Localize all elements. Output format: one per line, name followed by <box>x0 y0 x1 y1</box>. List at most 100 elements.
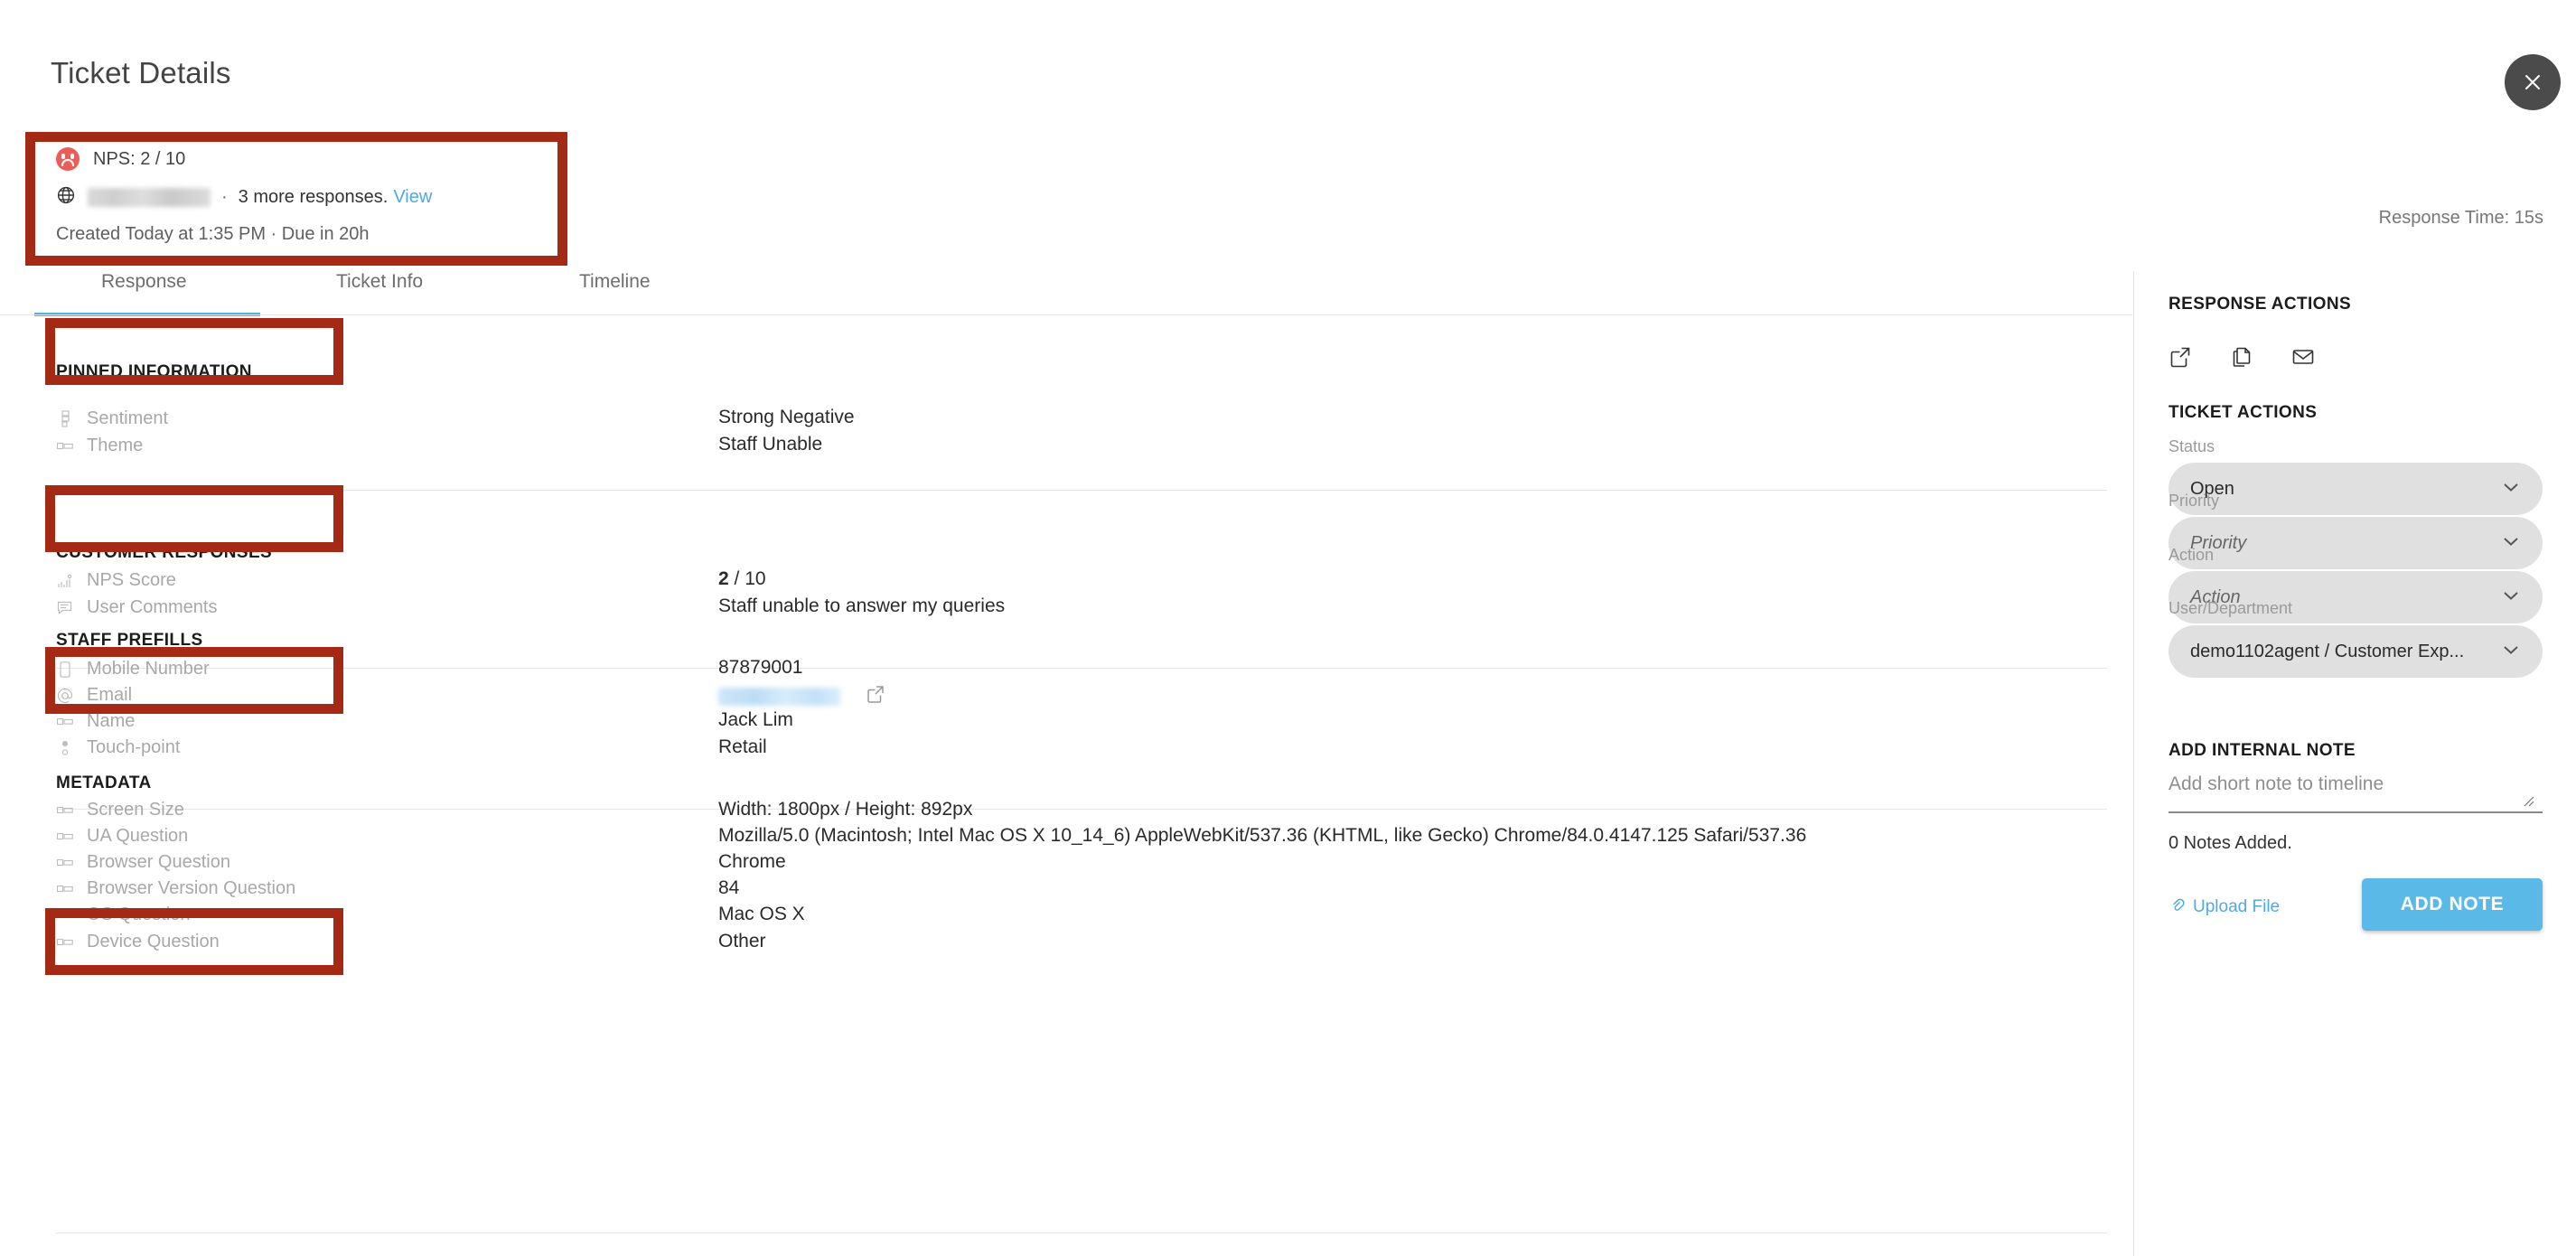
field-label-text: Touch-point <box>87 737 181 757</box>
globe-icon <box>56 185 76 210</box>
ranking-icon <box>56 409 74 428</box>
field-label-browser-question: Browser Question <box>56 852 230 873</box>
nps-summary-row: NPS: 2 / 10 <box>56 147 562 171</box>
external-link-icon[interactable] <box>2169 345 2192 373</box>
more-responses-text: 3 more responses. <box>238 187 389 207</box>
response-action-icons <box>2169 345 2315 373</box>
field-label-text: Screen Size <box>87 800 184 820</box>
nps-score-number: 2 <box>718 568 729 589</box>
section-heading-metadata: METADATA <box>56 773 152 792</box>
field-label-name: Name <box>56 711 135 732</box>
priority-select[interactable]: Priority <box>2169 517 2543 569</box>
section-divider <box>56 668 2107 669</box>
text-box-icon <box>56 858 74 868</box>
note-textarea[interactable]: Add short note to timeline <box>2169 773 2384 795</box>
field-value-theme: Staff Unable <box>718 434 823 455</box>
view-responses-link[interactable]: View <box>393 187 432 208</box>
field-label-touch-point: Touch-point <box>56 737 180 758</box>
field-label-nps-score: NPS Score <box>56 570 176 591</box>
user-department-select-value: demo1102agent / Customer Exp... <box>2190 641 2465 661</box>
upload-icon <box>2169 896 2193 918</box>
ticket-summary-card: NPS: 2 / 10 · 3 more responses. View Cre… <box>56 147 562 245</box>
upload-file-button[interactable]: Upload File <box>2169 896 2280 918</box>
copy-icon[interactable] <box>2230 345 2253 373</box>
close-icon <box>2519 69 2546 96</box>
mail-icon[interactable] <box>2291 345 2315 373</box>
tab-bar: Response Ticket Info Timeline <box>0 271 2132 316</box>
field-value-nps-score: 2 / 10 <box>718 568 766 590</box>
section-heading-pinned-information: PINNED INFORMATION <box>56 362 252 381</box>
section-heading-staff-prefills: STAFF PREFILLS <box>56 631 203 650</box>
nps-score-total: / 10 <box>728 568 766 589</box>
text-box-icon <box>56 937 74 948</box>
field-label-theme: Theme <box>56 436 143 456</box>
field-value-device-question: Other <box>718 931 766 951</box>
field-label-mobile-number: Mobile Number <box>56 659 210 680</box>
field-label-text: Sentiment <box>87 408 169 428</box>
upload-file-label: Upload File <box>2193 897 2281 916</box>
sad-face-icon <box>56 147 80 171</box>
status-label: Status <box>2169 437 2215 455</box>
chevron-down-icon <box>2503 643 2519 660</box>
right-actions-panel: RESPONSE ACTIONS TICKET ACTIONS Status O… <box>2133 271 2576 1256</box>
section-divider <box>56 490 2107 491</box>
response-time-label: Response Time: 15s <box>2378 208 2543 228</box>
response-tab-panel: PINNED INFORMATION Sentiment Strong Nega… <box>0 315 2132 1256</box>
at-icon <box>56 688 74 704</box>
field-label-screen-size: Screen Size <box>56 800 184 820</box>
text-box-icon <box>56 717 74 727</box>
text-box-icon <box>56 805 74 816</box>
field-label-text: Browser Question <box>87 852 230 872</box>
field-value-name: Jack Lim <box>718 709 793 730</box>
field-label-device-question: Device Question <box>56 932 220 952</box>
field-label-text: OS Question <box>87 905 191 924</box>
field-value-touch-point: Retail <box>718 736 767 757</box>
text-box-icon <box>56 884 74 895</box>
field-label-email: Email <box>56 685 132 706</box>
field-label-os-question: OS Question <box>56 905 191 925</box>
field-label-sentiment: Sentiment <box>56 408 168 429</box>
field-label-text: Email <box>87 685 133 705</box>
summary-separator: · <box>221 187 228 207</box>
resize-grip-icon[interactable] <box>2521 793 2535 812</box>
note-underline <box>2169 811 2543 813</box>
field-value-browser-question: Chrome <box>718 851 786 872</box>
tab-ticket-info[interactable]: Ticket Info <box>336 271 423 293</box>
response-actions-heading: RESPONSE ACTIONS <box>2169 295 2352 314</box>
field-value-mobile-number: 87879001 <box>718 657 803 678</box>
user-department-label: User/Department <box>2169 599 2293 617</box>
field-label-text: Mobile Number <box>87 659 210 679</box>
user-department-select[interactable]: demo1102agent / Customer Exp... <box>2169 625 2543 678</box>
field-value-browser-version-question: 84 <box>718 877 740 898</box>
ticket-actions-heading: TICKET ACTIONS <box>2169 403 2318 422</box>
field-label-text: Theme <box>87 436 144 455</box>
field-label-user-comments: User Comments <box>56 597 217 618</box>
field-value-os-question: Mac OS X <box>718 904 805 924</box>
email-redacted-value <box>718 688 840 706</box>
field-label-text: Browser Version Question <box>87 878 296 898</box>
chevron-down-icon <box>2503 589 2519 605</box>
status-select[interactable]: Open <box>2169 463 2543 515</box>
text-box-icon <box>56 831 74 842</box>
field-value-ua-question: Mozilla/5.0 (Macintosh; Intel Mac OS X 1… <box>718 825 1807 846</box>
field-value-screen-size: Width: 1800px / Height: 892px <box>718 799 973 820</box>
field-label-text: NPS Score <box>87 570 176 590</box>
add-note-button[interactable]: ADD NOTE <box>2362 878 2543 931</box>
page-title: Ticket Details <box>51 56 231 89</box>
origin-redacted-value <box>88 188 211 207</box>
field-label-text: UA Question <box>87 826 189 846</box>
field-value-user-comments: Staff unable to answer my queries <box>718 595 1006 616</box>
external-link-icon[interactable] <box>866 686 885 708</box>
tab-response[interactable]: Response <box>101 271 187 293</box>
field-value-email <box>718 684 885 709</box>
close-button[interactable] <box>2505 54 2561 110</box>
action-label: Action <box>2169 546 2215 564</box>
chevron-down-icon <box>2503 481 2519 497</box>
section-divider <box>56 809 2107 810</box>
tab-timeline[interactable]: Timeline <box>579 271 651 293</box>
nps-summary-text: NPS: 2 / 10 <box>93 148 186 169</box>
priority-label: Priority <box>2169 492 2220 510</box>
section-heading-customer-responses: CUSTOMER RESPONSES <box>56 543 273 562</box>
field-label-text: Device Question <box>87 932 220 951</box>
origin-row: · 3 more responses. View <box>56 185 562 210</box>
